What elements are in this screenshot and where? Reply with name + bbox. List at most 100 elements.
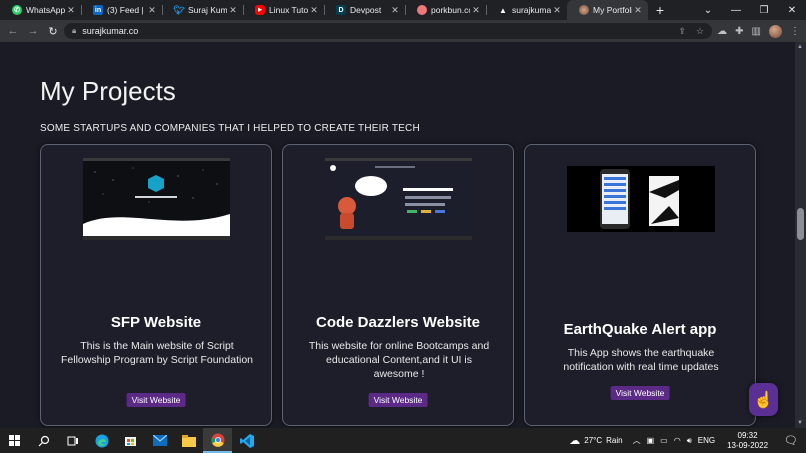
- tab-youtube[interactable]: ▶ Linux Tutorial ✕: [243, 0, 324, 20]
- page-scrollbar[interactable]: ▲ ▼: [795, 42, 806, 428]
- file-explorer-icon[interactable]: [174, 428, 203, 453]
- close-icon[interactable]: ✕: [632, 5, 644, 16]
- windows-taskbar: ☁ 27°C Rain ︿ ▣ ▭ ◠ 🔊︎ ENG 09:32 13-09-2…: [0, 428, 806, 453]
- project-card-earthquake: EarthQuake Alert app This App shows the …: [524, 144, 756, 426]
- scroll-down-icon[interactable]: ▼: [797, 420, 803, 426]
- earthquake-app-screenshot: [567, 166, 715, 232]
- close-window-icon[interactable]: ✕: [778, 5, 806, 16]
- porkbun-icon: [417, 5, 427, 15]
- project-card-code-dazzlers: Code Dazzlers Website This website for o…: [282, 144, 514, 426]
- vscode-icon[interactable]: [232, 428, 261, 453]
- edge-icon[interactable]: [87, 428, 116, 453]
- close-icon[interactable]: ✕: [146, 5, 158, 16]
- weather-condition[interactable]: Rain: [606, 436, 622, 445]
- project-title: EarthQuake Alert app: [563, 321, 717, 338]
- project-title: SFP Website: [110, 314, 202, 331]
- youtube-icon: ▶: [255, 5, 265, 15]
- tab-title: surajkumar.co: [512, 5, 551, 15]
- whatsapp-icon: ✆: [12, 5, 22, 15]
- close-icon[interactable]: ✕: [65, 5, 77, 16]
- clock-time: 09:32: [737, 430, 758, 440]
- clock-date: 13-09-2022: [727, 440, 769, 450]
- share-icon[interactable]: ⇪: [678, 26, 686, 37]
- notification-icon[interactable]: 🗨︎: [776, 434, 806, 447]
- tab-linkedin[interactable]: in (3) Feed | Link ✕: [81, 0, 162, 20]
- chrome-icon[interactable]: [203, 428, 232, 453]
- tab-title: Devpost: [350, 5, 382, 15]
- wifi-icon[interactable]: ◠: [674, 436, 681, 445]
- tab-title: WhatsApp: [26, 5, 65, 15]
- language-indicator[interactable]: ENG: [698, 436, 715, 445]
- bookmark-star-icon[interactable]: ☆: [696, 26, 704, 37]
- page-subtitle: SOME STARTUPS AND COMPANIES THAT I HELPE…: [40, 123, 420, 134]
- page-viewport: My Projects SOME STARTUPS AND COMPANIES …: [0, 42, 795, 428]
- new-tab-button[interactable]: +: [648, 0, 672, 20]
- project-title: Code Dazzlers Website: [316, 314, 480, 331]
- browser-toolbar: ← → ↻ 🔒︎ surajkumar.co ⇪ ☆ ☁ ✚ ▥ ⋮: [0, 20, 806, 42]
- window-controls: ⌄ — ❐ ✕: [694, 0, 806, 20]
- tab-title: (3) Feed | Link: [107, 5, 146, 15]
- close-icon[interactable]: ✕: [227, 5, 239, 16]
- project-description: This App shows the earthquake notificati…: [563, 347, 719, 373]
- twitter-icon: 🐦︎: [173, 4, 185, 15]
- tab-title: porkbun.com: [431, 5, 470, 15]
- code-dazzlers-screenshot: [325, 158, 472, 240]
- meet-now-icon[interactable]: ▣: [647, 436, 655, 445]
- tab-title: Suraj Kumar: [188, 5, 227, 15]
- tab-search-icon[interactable]: ⌄: [694, 5, 722, 16]
- project-description: This is the Main website of Script Fello…: [61, 340, 254, 366]
- volume-icon[interactable]: 🔊︎: [687, 436, 692, 446]
- project-description: This website for online Bootcamps and ed…: [308, 340, 490, 380]
- tab-title: Linux Tutorial: [269, 5, 308, 15]
- scrollbar-thumb[interactable]: [797, 208, 804, 240]
- portfolio-icon: [579, 5, 589, 15]
- task-view-icon[interactable]: [58, 428, 87, 453]
- vercel-icon: ▲: [499, 5, 507, 15]
- close-icon[interactable]: ✕: [389, 5, 401, 16]
- extension-icon[interactable]: ☁: [717, 26, 727, 37]
- search-icon[interactable]: [29, 428, 58, 453]
- profile-avatar[interactable]: [769, 24, 782, 38]
- tab-surajkumar[interactable]: ▲ surajkumar.co ✕: [486, 0, 567, 20]
- close-icon[interactable]: ✕: [470, 5, 482, 16]
- page-title: My Projects: [40, 76, 176, 106]
- side-panel-icon[interactable]: ▥: [752, 26, 761, 37]
- reload-icon[interactable]: ↻: [43, 25, 63, 38]
- address-bar[interactable]: 🔒︎ surajkumar.co ⇪ ☆: [64, 23, 712, 39]
- windows-start-icon[interactable]: [0, 428, 29, 453]
- scroll-up-icon[interactable]: ▲: [797, 44, 803, 50]
- sfp-website-screenshot: [83, 158, 230, 240]
- linkedin-icon: in: [93, 5, 103, 15]
- battery-icon[interactable]: ▭: [660, 436, 668, 445]
- project-card-sfp: SFP Website This is the Main website of …: [40, 144, 272, 426]
- extensions-area: ☁ ✚ ▥ ⋮: [717, 20, 800, 42]
- forward-icon[interactable]: →: [23, 25, 43, 37]
- tab-twitter[interactable]: 🐦︎ Suraj Kumar ✕: [162, 0, 243, 20]
- back-icon[interactable]: ←: [3, 25, 23, 37]
- restore-icon[interactable]: ❐: [750, 5, 778, 16]
- store-icon[interactable]: [116, 428, 145, 453]
- visit-website-button[interactable]: Visit Website: [610, 386, 670, 400]
- clock[interactable]: 09:32 13-09-2022: [719, 431, 776, 451]
- tab-whatsapp[interactable]: ✆ WhatsApp ✕: [0, 0, 81, 20]
- weather-temp[interactable]: 27°C: [584, 436, 602, 445]
- puzzle-icon[interactable]: ✚: [735, 26, 743, 37]
- menu-kebab-icon[interactable]: ⋮: [790, 26, 800, 37]
- visit-website-button[interactable]: Visit Website: [126, 393, 186, 407]
- visit-website-button[interactable]: Visit Website: [368, 393, 428, 407]
- mail-icon[interactable]: [145, 428, 174, 453]
- close-icon[interactable]: ✕: [551, 5, 563, 16]
- tab-devpost[interactable]: D Devpost ✕: [324, 0, 405, 20]
- show-hidden-icons-icon[interactable]: ︿: [633, 435, 641, 446]
- weather-rain-icon[interactable]: ☁: [569, 434, 580, 447]
- tab-porkbun[interactable]: porkbun.com ✕: [405, 0, 486, 20]
- minimize-icon[interactable]: —: [722, 5, 750, 16]
- address-text: surajkumar.co: [82, 26, 139, 36]
- devpost-icon: D: [336, 5, 346, 15]
- tab-my-portfolio[interactable]: My Portfolio ✕: [567, 0, 648, 20]
- close-icon[interactable]: ✕: [308, 5, 320, 16]
- browser-tab-strip: ✆ WhatsApp ✕ in (3) Feed | Link ✕ 🐦︎ Sur…: [0, 0, 806, 20]
- hand-pointer-button[interactable]: ☝: [749, 383, 778, 416]
- lock-icon[interactable]: 🔒︎: [72, 26, 76, 36]
- system-tray: ☁ 27°C Rain ︿ ▣ ▭ ◠ 🔊︎ ENG 09:32 13-09-2…: [569, 428, 806, 453]
